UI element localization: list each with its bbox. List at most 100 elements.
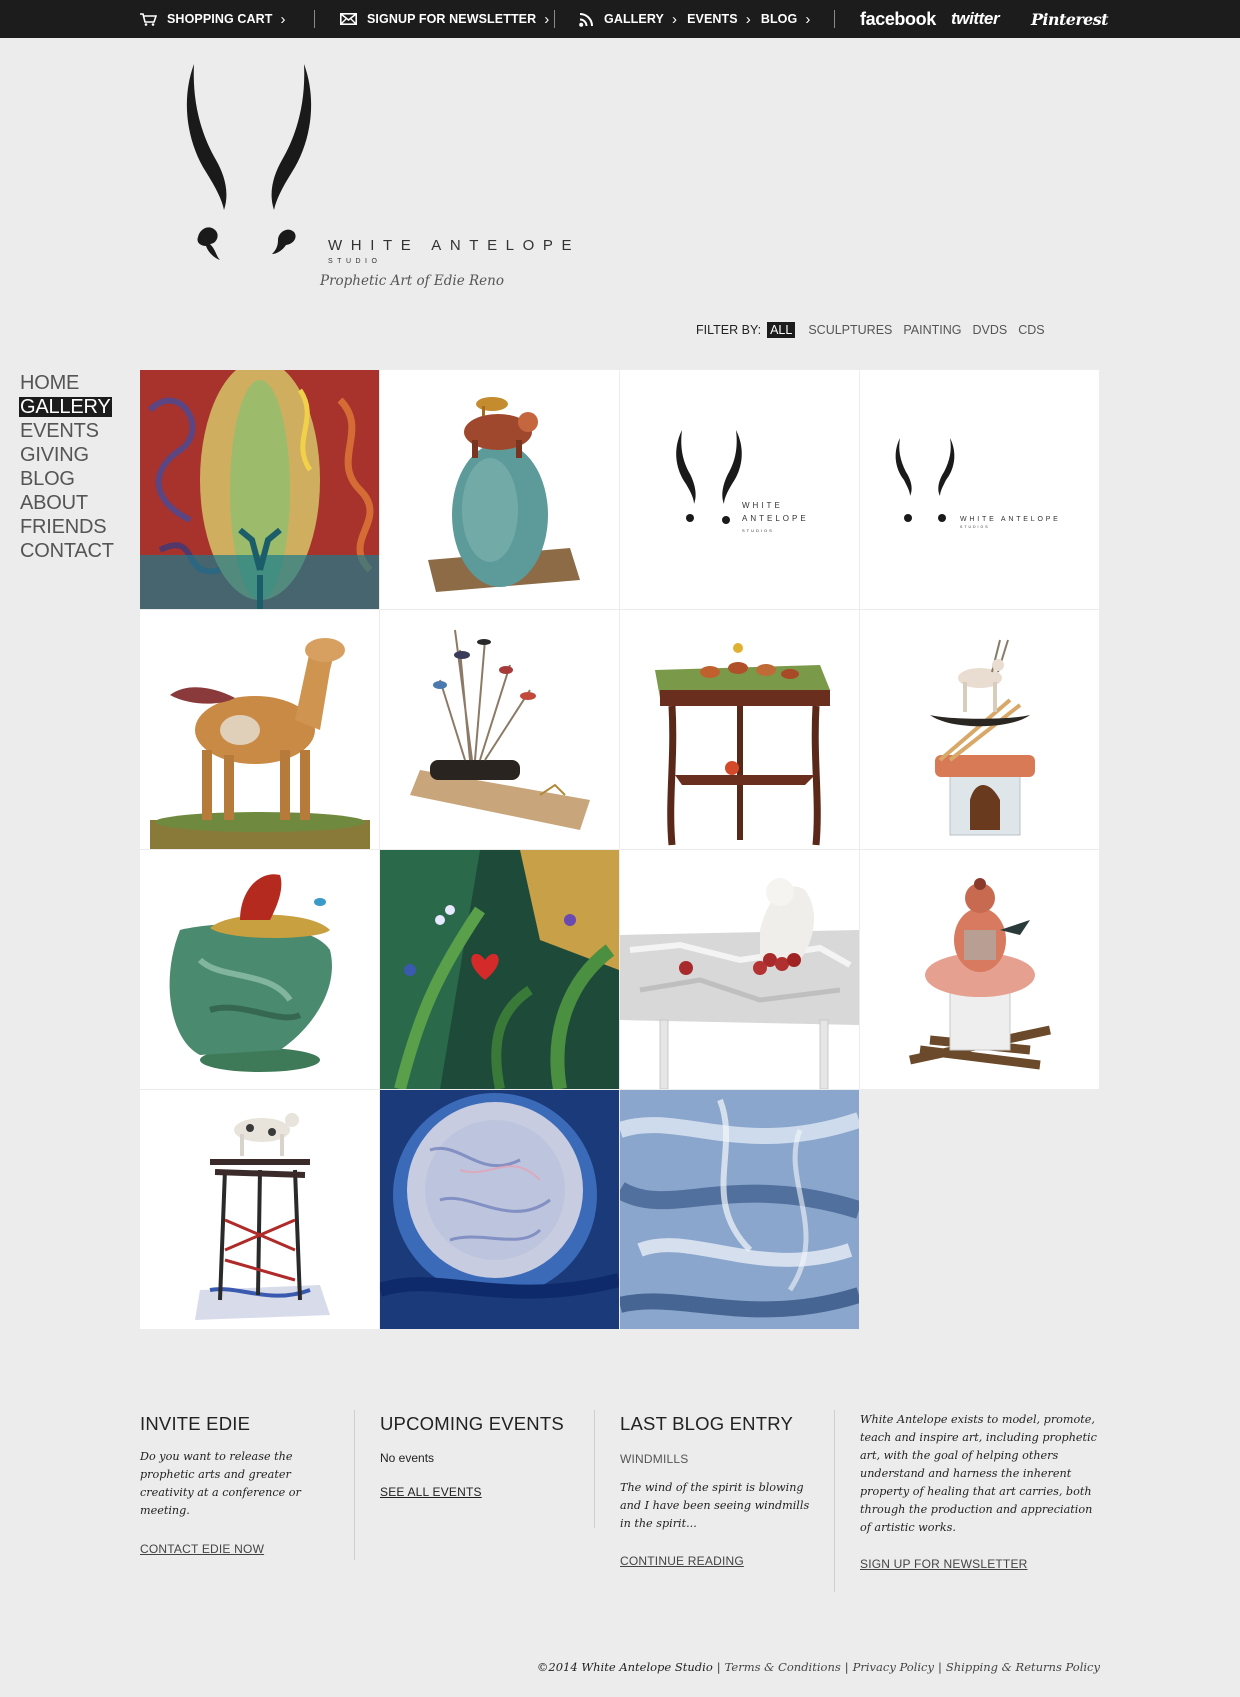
chevron-right-icon: › (280, 10, 286, 28)
top-bar: SHOPPING CART › SIGNUP FOR NEWSLETTER › … (0, 0, 1240, 38)
gallery-link[interactable]: GALLERY (604, 12, 664, 26)
painting-image (380, 1090, 619, 1329)
logo-tile-wordmark: WHITE (742, 501, 783, 510)
twitter-link[interactable]: twitter (951, 0, 1000, 38)
divider (314, 10, 315, 28)
privacy-link[interactable]: Privacy Policy (853, 1660, 934, 1674)
sculpture-image (140, 1090, 379, 1329)
invite-title: INVITE EDIE (140, 1413, 251, 1434)
sculpture-image (620, 610, 859, 849)
continue-reading-link[interactable]: CONTINUE READING (620, 1554, 744, 1568)
nav-giving[interactable]: GIVING (20, 443, 114, 467)
sculpture-image (140, 850, 379, 1089)
events-title: UPCOMING EVENTS (380, 1413, 564, 1434)
brand-tagline: Prophetic Art of Edie Reno (320, 273, 504, 289)
painting-image (380, 850, 619, 1089)
newsletter-signup-footer-link[interactable]: SIGN UP FOR NEWSLETTER (860, 1557, 1028, 1571)
antelope-logo-icon[interactable] (186, 64, 321, 260)
filter-all[interactable]: ALL (767, 322, 796, 338)
painting-image (620, 1090, 859, 1329)
gallery-filter: FILTER BY: ALL SCULPTURES PAINTING DVDS … (696, 321, 1056, 339)
envelope-icon (340, 13, 357, 25)
about-text: White Antelope exists to model, promote,… (860, 1413, 1097, 1534)
gallery-item-table-horses[interactable] (620, 610, 859, 849)
svg-text:STUDIOS: STUDIOS (742, 528, 774, 533)
filter-painting[interactable]: PAINTING (903, 323, 961, 337)
divider (834, 1410, 835, 1592)
gallery-item-woman-sculpture[interactable] (860, 850, 1099, 1089)
sculpture-image (860, 850, 1099, 1089)
blog-title: LAST BLOG ENTRY (620, 1413, 793, 1434)
blog-entry-title[interactable]: WINDMILLS (620, 1452, 810, 1466)
gallery-item-goat-tower[interactable] (140, 1090, 379, 1329)
terms-link[interactable]: Terms & Conditions (725, 1660, 841, 1674)
footer-legal: ©2014 White Antelope Studio | Terms & Cond… (536, 1660, 1100, 1674)
svg-text:STUDIOS: STUDIOS (960, 525, 990, 529)
sculpture-image (140, 610, 379, 849)
blog-excerpt: The wind of the spirit is blowing and I … (620, 1481, 810, 1530)
nav-blog[interactable]: BLOG (20, 467, 114, 491)
filter-sculptures[interactable]: SCULPTURES (808, 323, 892, 337)
main-nav: HOME GALLERY EVENTS GIVING BLOG ABOUT FR… (19, 371, 114, 563)
newsletter-label: SIGNUP FOR NEWSLETTER (367, 12, 537, 26)
sculpture-image (620, 850, 859, 1089)
chevron-right-icon: › (805, 10, 811, 28)
gallery-item-blue-abstract-painting[interactable] (620, 1090, 859, 1329)
shopping-cart-label: SHOPPING CART (167, 12, 273, 26)
logo-image: WHITE ANTELOPE STUDIOS (860, 370, 1099, 609)
contact-edie-link[interactable]: CONTACT EDIE NOW (140, 1542, 264, 1556)
gallery-item-antelope-tower[interactable] (860, 610, 1099, 849)
invite-section: INVITE EDIE Do you want to release the p… (140, 1413, 330, 1558)
nav-friends[interactable]: FRIENDS (20, 515, 114, 539)
blog-link[interactable]: BLOG (761, 12, 798, 26)
divider (594, 1410, 595, 1528)
svg-text:WHITE ANTELOPE: WHITE ANTELOPE (960, 516, 1061, 523)
nav-contact[interactable]: CONTACT (20, 539, 114, 563)
sculpture-image (380, 610, 619, 849)
gallery-item-llama-sculpture[interactable] (140, 610, 379, 849)
shipping-link[interactable]: Shipping & Returns Policy (946, 1660, 1100, 1674)
brand-wordmark: WHITE ANTELOPE (328, 237, 581, 254)
filter-cds[interactable]: CDS (1018, 323, 1044, 337)
events-section: UPCOMING EVENTS No events SEE ALL EVENTS (380, 1413, 580, 1501)
copyright-text: ©2014 White Antelope Studio (536, 1660, 713, 1674)
blog-section: LAST BLOG ENTRY WINDMILLS The wind of th… (620, 1413, 810, 1570)
brand-subtitle: STUDIO (328, 258, 382, 265)
cart-icon (140, 12, 157, 26)
gallery-item-logo-horizontal[interactable]: WHITE ANTELOPE STUDIOS (860, 370, 1099, 609)
site-links: GALLERY › EVENTS › BLOG › (579, 0, 820, 38)
newsletter-signup-link[interactable]: SIGNUP FOR NEWSLETTER › (340, 0, 559, 38)
about-section: White Antelope exists to model, promote,… (860, 1411, 1100, 1573)
divider (354, 1410, 355, 1560)
divider (834, 10, 835, 28)
pinterest-link[interactable]: Pinterest (1031, 0, 1109, 38)
rss-icon (579, 12, 594, 27)
see-all-events-link[interactable]: SEE ALL EVENTS (380, 1485, 482, 1499)
no-events-text: No events (380, 1451, 435, 1465)
gallery-item-logo-stacked[interactable]: WHITE ANTELOPE STUDIOS (620, 370, 859, 609)
svg-text:ANTELOPE: ANTELOPE (742, 514, 809, 523)
gallery-item-moon-painting[interactable] (380, 1090, 619, 1329)
shopping-cart-link[interactable]: SHOPPING CART › (140, 0, 296, 38)
nav-events[interactable]: EVENTS (20, 419, 114, 443)
logo-image: WHITE ANTELOPE STUDIOS (620, 370, 859, 609)
nav-about[interactable]: ABOUT (20, 491, 114, 515)
sculpture-image (860, 610, 1099, 849)
events-link[interactable]: EVENTS (687, 12, 738, 26)
gallery-item-heart-painting[interactable] (380, 850, 619, 1089)
chevron-right-icon: › (745, 10, 751, 28)
gallery-item-branch-birds[interactable] (380, 610, 619, 849)
filter-dvds[interactable]: DVDS (972, 323, 1007, 337)
gallery-item-bull-sculpture[interactable] (380, 370, 619, 609)
gallery-item-swirl-painting[interactable] (140, 370, 379, 609)
chevron-right-icon: › (671, 10, 678, 28)
painting-image (140, 370, 379, 609)
sculpture-image (380, 370, 619, 609)
gallery-item-horse-head-sculpture[interactable] (140, 850, 379, 1089)
facebook-link[interactable]: facebook (860, 0, 936, 38)
nav-gallery[interactable]: GALLERY (19, 397, 112, 417)
gallery-item-white-table-sculpture[interactable] (620, 850, 859, 1089)
invite-text: Do you want to release the prophetic art… (140, 1450, 301, 1517)
chevron-right-icon: › (544, 10, 550, 28)
nav-home[interactable]: HOME (20, 371, 114, 395)
